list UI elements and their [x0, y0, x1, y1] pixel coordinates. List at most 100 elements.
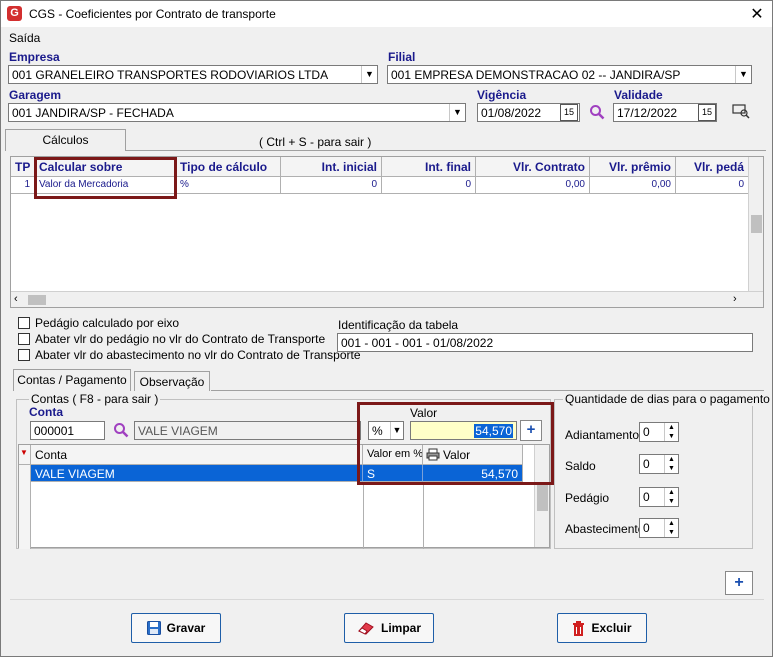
- saldo-spinner[interactable]: 0 ▲ ▼: [639, 454, 679, 474]
- add-button[interactable]: +: [725, 571, 753, 595]
- chevron-down-icon[interactable]: ▼: [735, 66, 751, 83]
- chevron-down-icon[interactable]: ▼: [361, 66, 377, 83]
- calendar-icon[interactable]: 15: [698, 104, 716, 121]
- col-header-tp[interactable]: TP: [11, 157, 35, 177]
- abater-pedagio-checkbox[interactable]: [18, 333, 30, 345]
- adiantamento-value: 0: [643, 425, 650, 439]
- contas-group-label: Contas ( F8 - para sair ): [29, 392, 161, 406]
- divider: [10, 599, 764, 600]
- tab-observacao[interactable]: Observação: [134, 371, 210, 391]
- table-cell[interactable]: 0: [382, 177, 476, 194]
- col-header-vlr-premio[interactable]: Vlr. prêmio: [590, 157, 676, 177]
- spinner-arrows-icon[interactable]: ▲ ▼: [664, 423, 678, 441]
- limpar-label: Limpar: [380, 621, 421, 635]
- table-cell[interactable]: 1: [11, 177, 35, 194]
- abastecimento-spinner[interactable]: 0 ▲ ▼: [639, 518, 679, 538]
- excluir-button[interactable]: Excluir: [557, 613, 647, 643]
- filial-value: 001 EMPRESA DEMONSTRACAO 02 -- JANDIRA/S…: [391, 68, 681, 82]
- calendar-icon[interactable]: 15: [560, 104, 578, 121]
- empresa-combo[interactable]: 001 GRANELEIRO TRANSPORTES RODOVIARIOS L…: [8, 65, 378, 84]
- abastecimento-label: Abastecimento: [565, 522, 645, 536]
- chevron-left-icon[interactable]: ‹: [14, 293, 18, 305]
- vigencia-value: 01/08/2022: [481, 106, 542, 120]
- table-cell[interactable]: 0: [281, 177, 382, 194]
- trash-icon: [573, 620, 585, 636]
- col-header-conta[interactable]: Conta: [31, 445, 363, 465]
- spinner-arrows-icon[interactable]: ▲ ▼: [664, 488, 678, 506]
- column-divider: [423, 482, 424, 549]
- limpar-button[interactable]: Limpar: [344, 613, 434, 643]
- close-icon[interactable]: ✕: [747, 4, 767, 24]
- vertical-scrollbar[interactable]: [748, 157, 763, 291]
- column-divider: [363, 482, 364, 549]
- saldo-label: Saldo: [565, 459, 596, 473]
- search-icon[interactable]: [589, 104, 605, 120]
- abater-pedagio-label: Abater vlr do pedágio no vlr do Contrato…: [35, 332, 326, 346]
- tab-contas-pagamento[interactable]: Contas / Pagamento: [13, 369, 131, 391]
- table-cell[interactable]: %: [176, 177, 281, 194]
- validade-label: Validade: [614, 88, 663, 102]
- saldo-value: 0: [643, 457, 650, 471]
- adiantamento-spinner[interactable]: 0 ▲ ▼: [639, 422, 679, 442]
- abastecimento-value: 0: [643, 521, 650, 535]
- garagem-value: 001 JANDIRA/SP - FECHADA: [12, 106, 174, 120]
- pedagio-eixo-label: Pedágio calculado por eixo: [35, 316, 180, 330]
- identificacao-value: 001 - 001 - 001 - 01/08/2022: [341, 336, 494, 350]
- chevron-right-icon[interactable]: ›: [733, 293, 737, 305]
- col-header-vlr-contrato[interactable]: Vlr. Contrato: [476, 157, 590, 177]
- pedagio-label: Pedágio: [565, 491, 610, 505]
- window-title: CGS - Coeficientes por Contrato de trans…: [29, 7, 276, 21]
- empresa-value: 001 GRANELEIRO TRANSPORTES RODOVIARIOS L…: [12, 68, 329, 82]
- identificacao-field[interactable]: 001 - 001 - 001 - 01/08/2022: [337, 333, 753, 352]
- identificacao-label: Identificação da tabela: [338, 318, 459, 332]
- table-cell[interactable]: VALE VIAGEM: [31, 465, 363, 482]
- main-window: G CGS - Coeficientes por Contrato de tra…: [0, 0, 773, 657]
- col-header-int-inicial[interactable]: Int. inicial: [281, 157, 382, 177]
- scroll-thumb[interactable]: [537, 483, 548, 511]
- gravar-button[interactable]: Gravar: [131, 613, 221, 643]
- empresa-label: Empresa: [9, 50, 60, 64]
- pedagio-eixo-checkbox[interactable]: [18, 317, 30, 329]
- app-logo-icon: G: [7, 6, 22, 21]
- save-icon: [146, 621, 161, 635]
- tab-observacao-label: Observação: [139, 375, 205, 389]
- garagem-combo[interactable]: 001 JANDIRA/SP - FECHADA ▼: [8, 103, 466, 122]
- scroll-thumb[interactable]: [751, 215, 762, 233]
- title-bar: G CGS - Coeficientes por Contrato de tra…: [1, 1, 772, 27]
- menu-saida[interactable]: Saída: [9, 31, 40, 45]
- col-header-vlr-pedagio[interactable]: Vlr. pedá: [676, 157, 749, 177]
- conta-code-field[interactable]: 000001: [30, 421, 105, 440]
- spinner-arrows-icon[interactable]: ▲ ▼: [664, 455, 678, 473]
- chevron-down-icon[interactable]: ▼: [449, 104, 465, 121]
- tab-calculos[interactable]: Cálculos: [5, 129, 126, 151]
- table-cell[interactable]: 0,00: [590, 177, 676, 194]
- table-cell[interactable]: 0: [676, 177, 749, 194]
- filter-search-icon[interactable]: [732, 103, 750, 119]
- gravar-label: Gravar: [166, 621, 206, 635]
- tab-divider: [126, 150, 766, 151]
- tab-contas-label: Contas / Pagamento: [17, 373, 127, 387]
- conta-name-value: VALE VIAGEM: [138, 424, 218, 438]
- exit-hint: ( Ctrl + S - para sair ): [259, 135, 372, 149]
- adiantamento-label: Adiantamento: [565, 428, 640, 442]
- abater-abastecimento-checkbox[interactable]: [18, 349, 30, 361]
- spinner-arrows-icon[interactable]: ▲ ▼: [664, 519, 678, 537]
- filial-combo[interactable]: 001 EMPRESA DEMONSTRACAO 02 -- JANDIRA/S…: [387, 65, 752, 84]
- tab-calculos-label: Cálculos: [42, 133, 89, 147]
- col-header-tipo-calculo[interactable]: Tipo de cálculo: [176, 157, 281, 177]
- horizontal-scrollbar[interactable]: ‹ ›: [11, 291, 763, 307]
- tab-divider: [211, 390, 764, 391]
- eraser-icon: [358, 622, 374, 635]
- conta-code-value: 000001: [34, 424, 75, 438]
- row-indicator: [19, 465, 31, 549]
- conta-label: Conta: [29, 405, 63, 419]
- table-cell[interactable]: 0,00: [476, 177, 590, 194]
- abater-abastecimento-label: Abater vlr do abastecimento no vlr do Co…: [35, 348, 361, 362]
- scroll-thumb[interactable]: [28, 295, 46, 305]
- validade-value: 17/12/2022: [617, 106, 678, 120]
- pedagio-spinner[interactable]: 0 ▲ ▼: [639, 487, 679, 507]
- col-header-int-final[interactable]: Int. final: [382, 157, 476, 177]
- conta-name-field: VALE VIAGEM: [134, 421, 361, 440]
- sort-arrow-icon: ▼: [19, 445, 31, 465]
- search-icon[interactable]: [113, 422, 129, 438]
